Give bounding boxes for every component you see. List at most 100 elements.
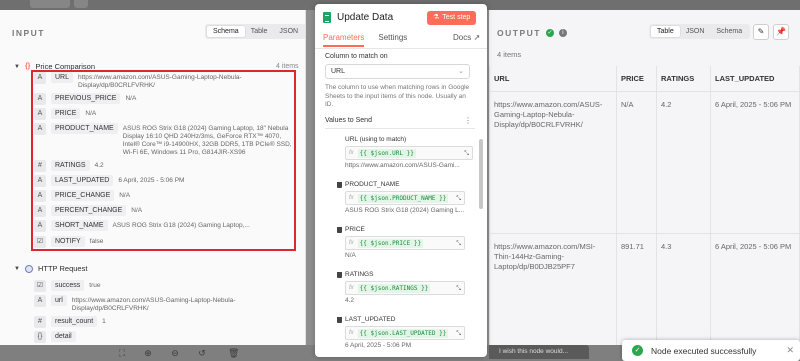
input-tab-schema[interactable]: Schema <box>207 26 245 37</box>
info-icon[interactable]: i <box>558 29 567 37</box>
zoom-in-icon[interactable]: ⊕ <box>143 348 153 358</box>
tab-settings[interactable]: Settings <box>378 33 407 47</box>
field-name[interactable]: NOTIFY <box>51 236 85 247</box>
feedback-link[interactable]: I wish this node would... <box>489 345 589 359</box>
edit-pencil-icon[interactable]: ✎ <box>753 24 769 40</box>
field-row-notify[interactable]: ☑ NOTIFY false <box>34 236 296 248</box>
field-value: ASUS ROG Strix G18 (2024) Gaming Laptop,… <box>122 125 292 156</box>
column-match-select[interactable]: URL ⌄ <box>325 64 470 79</box>
column-header-url[interactable]: URL <box>489 66 617 92</box>
expand-icon[interactable]: ⤡ <box>464 151 469 158</box>
table-cell: 891.71 <box>616 233 657 345</box>
field-row-product-name[interactable]: A PRODUCT_NAME ASUS ROG Strix G18 (2024)… <box>34 123 296 157</box>
undo-icon[interactable]: ↺ <box>197 348 207 358</box>
docs-link[interactable]: Docs ↗ <box>453 33 480 42</box>
fit-view-icon[interactable]: ⛶ <box>117 348 127 358</box>
column-match-help: The column to use when matching rows in … <box>325 84 470 108</box>
table-row[interactable]: https://www.amazon.com/MSI-Thin-144Hz-Ga… <box>489 233 800 345</box>
field-value: N/A <box>119 192 131 199</box>
field-name[interactable]: success <box>51 280 85 291</box>
close-icon[interactable]: ✕ <box>786 345 794 356</box>
field-row-previous-price[interactable]: A PREVIOUS_PRICE N/A <box>34 93 296 105</box>
output-tab-json[interactable]: JSON <box>680 26 711 37</box>
trash-icon[interactable] <box>337 316 342 323</box>
table-row[interactable]: https://www.amazon.com/ASUS-Gaming-Lapto… <box>489 91 800 234</box>
zoom-out-icon[interactable]: ⊖ <box>170 348 180 358</box>
output-panel: OUTPUT ✓ i Table JSON Schema ✎ 📌 4 items… <box>489 10 800 345</box>
success-check-icon: ✓ <box>545 29 554 37</box>
field-name[interactable]: URL <box>51 72 74 83</box>
trash-icon[interactable] <box>337 181 342 188</box>
expression-input[interactable]: fx {{ $json.RATINGS }} ⤡ <box>345 281 465 295</box>
docs-label: Docs <box>453 33 472 42</box>
node-title[interactable]: Update Data <box>337 12 393 23</box>
string-type-icon: A <box>34 93 46 105</box>
field-value: https://www.amazon.com/ASUS-Gaming-Lapto… <box>71 297 236 312</box>
field-name[interactable]: PERCENT_CHANGE <box>51 205 127 216</box>
trash-icon[interactable] <box>337 271 342 278</box>
field-name[interactable]: LAST_UPDATED <box>51 175 114 186</box>
delete-icon[interactable]: 🗑 <box>228 348 239 358</box>
string-type-icon: A <box>34 205 46 217</box>
field-name[interactable]: PRICE_CHANGE <box>51 190 115 201</box>
field-name[interactable]: detail <box>51 331 76 342</box>
field-name[interactable]: result_count <box>51 316 98 327</box>
trash-icon[interactable] <box>337 226 342 233</box>
field-name[interactable]: url <box>51 295 67 306</box>
field-row-ratings[interactable]: # RATINGS 4.2 <box>34 160 296 172</box>
column-header-price[interactable]: PRICE <box>616 66 657 92</box>
input-tab-json[interactable]: JSON <box>273 26 304 37</box>
table-cell: N/A <box>616 91 657 234</box>
field-name[interactable]: RATINGS <box>51 160 90 171</box>
workflow-tab[interactable] <box>30 0 70 8</box>
field-row-price[interactable]: A PRICE N/A <box>34 108 296 120</box>
field-value: N/A <box>131 207 143 214</box>
expression-input[interactable]: fx {{ $json.LAST_UPDATED }} ⤡ <box>345 326 465 340</box>
output-tab-table[interactable]: Table <box>651 26 680 37</box>
field-name[interactable]: PREVIOUS_PRICE <box>51 93 121 104</box>
caret-down-icon[interactable]: ▼ <box>14 266 20 272</box>
expression-preview: https://www.amazon.com/ASUS-Gami... <box>345 162 460 169</box>
scrollbar[interactable] <box>479 139 483 209</box>
success-toast: ✓ Node executed successfully ✕ <box>622 340 800 361</box>
column-header-ratings[interactable]: RATINGS <box>656 66 711 92</box>
field-name[interactable]: SHORT_NAME <box>51 220 108 231</box>
http-request-group[interactable]: ▼ HTTP Request <box>14 264 87 273</box>
caret-down-icon[interactable]: ▼ <box>14 64 20 70</box>
field-row-short-name[interactable]: A SHORT_NAME ASUS ROG Strix G18 (2024) G… <box>34 220 296 232</box>
field-row-last-updated[interactable]: A LAST_UPDATED 6 April, 2025 - 5:06 PM <box>34 175 296 187</box>
tab-parameters[interactable]: Parameters <box>323 33 365 47</box>
field-row-price-change[interactable]: A PRICE_CHANGE N/A <box>34 190 296 202</box>
group-count: 4 items <box>276 63 299 70</box>
add-tab-button[interactable] <box>74 0 88 8</box>
field-name[interactable]: PRODUCT_NAME <box>51 123 118 134</box>
price-comparison-group[interactable]: ▼ {} Price Comparison 4 items <box>14 62 299 71</box>
test-step-button[interactable]: ⚗ Test step <box>427 11 477 25</box>
field-row-url[interactable]: A URL https://www.amazon.com/ASUS-Gaming… <box>34 72 296 90</box>
field-row-detail[interactable]: {} detail <box>34 331 296 343</box>
table-cell: 4.3 <box>656 233 711 345</box>
value-label: URL (using to match) <box>345 136 407 143</box>
expand-icon[interactable]: ⤡ <box>456 241 461 248</box>
field-name[interactable]: PRICE <box>51 108 81 119</box>
value-name: RATINGS <box>337 271 465 278</box>
expand-icon[interactable]: ⤡ <box>456 196 461 203</box>
field-value: N/A <box>125 95 137 102</box>
toast-message: Node executed successfully <box>651 345 757 356</box>
expand-icon[interactable]: ⤡ <box>456 331 461 338</box>
field-row-url[interactable]: A url https://www.amazon.com/ASUS-Gaming… <box>34 295 296 313</box>
expression-input[interactable]: fx {{ $json.PRODUCT_NAME }} ⤡ <box>345 191 465 205</box>
input-tab-table[interactable]: Table <box>245 26 274 37</box>
expression-input[interactable]: fx {{ $json.PRICE }} ⤡ <box>345 236 465 250</box>
expression-code: {{ $json.PRODUCT_NAME }} <box>357 193 449 203</box>
column-header-last-updated[interactable]: LAST_UPDATED <box>710 66 800 92</box>
expression-input[interactable]: fx {{ $json.URL }} ⤡ <box>345 146 473 160</box>
field-row-success[interactable]: ☑ success true <box>34 280 296 292</box>
field-value: https://www.amazon.com/ASUS-Gaming-Lapto… <box>78 74 242 89</box>
field-row-result-count[interactable]: # result_count 1 <box>34 316 296 328</box>
more-options-icon[interactable]: ⋮ <box>464 116 472 125</box>
output-tab-schema[interactable]: Schema <box>710 26 748 37</box>
pin-icon[interactable]: 📌 <box>773 24 789 40</box>
field-row-percent-change[interactable]: A PERCENT_CHANGE N/A <box>34 205 296 217</box>
expand-icon[interactable]: ⤡ <box>456 286 461 293</box>
